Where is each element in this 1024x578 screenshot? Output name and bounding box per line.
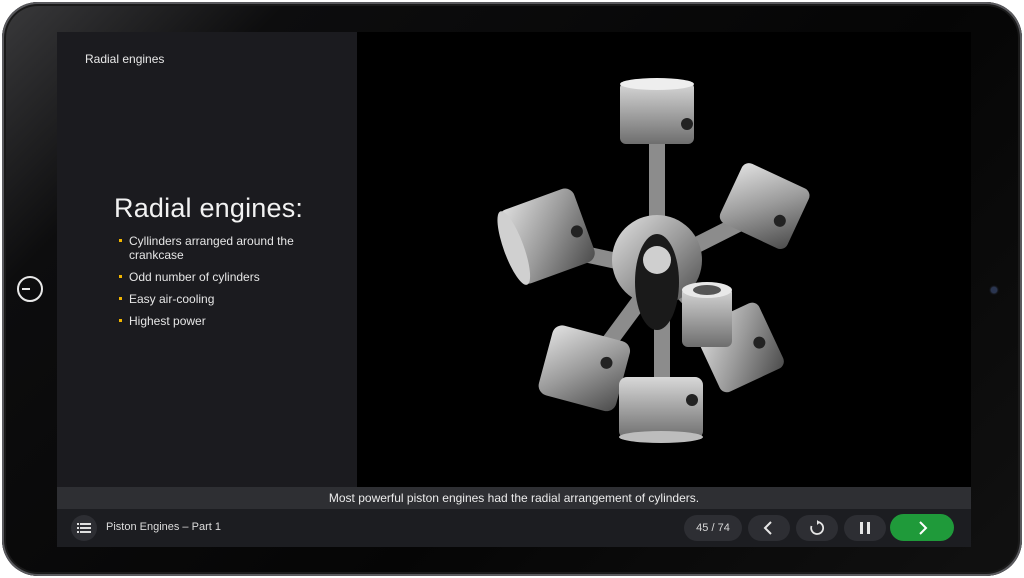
menu-button[interactable] <box>71 515 97 541</box>
caption-bar: Most powerful piston engines had the rad… <box>57 487 971 509</box>
bullet-list: Cyllinders arranged around the crankcase… <box>119 234 299 336</box>
bullet-marker <box>119 239 122 242</box>
slide-progress: 45 / 74 <box>684 515 742 541</box>
text-panel: Radial engines Radial engines: Cyllinder… <box>57 32 357 487</box>
pause-button[interactable] <box>844 515 886 541</box>
player-control-bar: Piston Engines – Part 1 45 / 74 <box>57 509 971 547</box>
replay-button[interactable] <box>796 515 838 541</box>
bullet-item: Easy air-cooling <box>119 292 299 306</box>
course-title: Piston Engines – Part 1 <box>106 521 221 533</box>
slide-title: Radial engines <box>85 52 165 66</box>
radial-engine-illustration <box>497 78 810 443</box>
engine-image <box>357 32 971 487</box>
pause-icon <box>860 522 870 534</box>
next-button[interactable] <box>890 514 954 541</box>
bullet-marker <box>119 275 122 278</box>
player-screen: Radial engines Radial engines: Cyllinder… <box>57 32 971 547</box>
home-button[interactable] <box>17 276 43 302</box>
prev-button[interactable] <box>748 515 790 541</box>
list-icon <box>77 523 91 533</box>
slide-heading: Radial engines: <box>114 193 304 223</box>
bullet-marker <box>119 297 122 300</box>
chevron-right-icon <box>919 521 928 535</box>
bullet-marker <box>119 319 122 322</box>
camera-dot <box>991 287 997 293</box>
chevron-left-icon <box>763 521 772 535</box>
bullet-item: Highest power <box>119 314 299 328</box>
bullet-item: Odd number of cylinders <box>119 270 299 284</box>
tablet-frame: Radial engines Radial engines: Cyllinder… <box>2 2 1022 576</box>
bullet-item: Cyllinders arranged around the crankcase <box>119 234 299 262</box>
replay-icon <box>810 520 825 535</box>
